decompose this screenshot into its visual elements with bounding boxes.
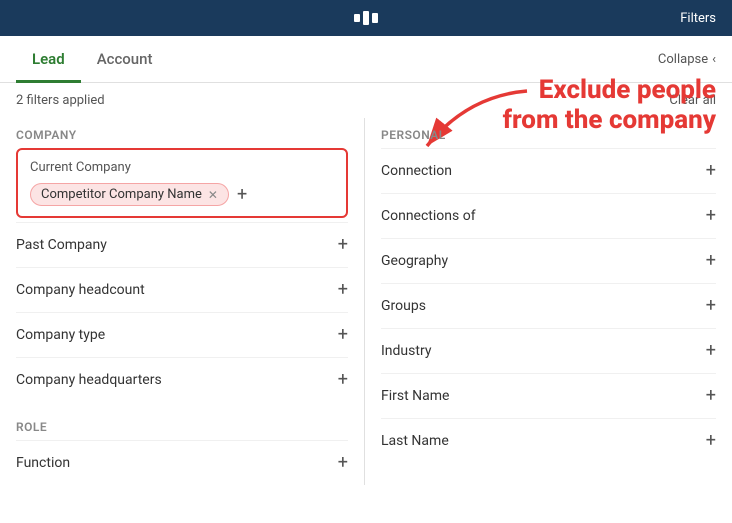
- groups-label: Groups: [381, 298, 426, 314]
- function-item[interactable]: Function +: [16, 440, 348, 485]
- main-content: Company Current Company Competitor Compa…: [0, 118, 732, 485]
- groups-item[interactable]: Groups +: [381, 283, 716, 328]
- current-company-label: Current Company: [30, 160, 334, 175]
- groups-plus-icon: +: [706, 297, 716, 315]
- company-headquarters-plus-icon: +: [338, 371, 348, 389]
- connections-of-plus-icon: +: [706, 207, 716, 225]
- linkedin-logo: [354, 11, 378, 25]
- personal-section-label: Personal: [381, 118, 716, 148]
- past-company-label: Past Company: [16, 237, 107, 253]
- tab-account[interactable]: Account: [81, 36, 169, 83]
- geography-label: Geography: [381, 253, 448, 269]
- company-headquarters-item[interactable]: Company headquarters +: [16, 357, 348, 402]
- first-name-item[interactable]: First Name +: [381, 373, 716, 418]
- connection-label: Connection: [381, 163, 452, 179]
- last-name-plus-icon: +: [706, 432, 716, 450]
- tag-close-icon[interactable]: ✕: [208, 188, 218, 202]
- company-headcount-item[interactable]: Company headcount +: [16, 267, 348, 312]
- tab-lead[interactable]: Lead: [16, 36, 81, 83]
- function-plus-icon: +: [338, 454, 348, 472]
- company-headcount-plus-icon: +: [338, 281, 348, 299]
- filters-bar: 2 filters applied Clear all: [0, 83, 732, 118]
- collapse-button[interactable]: Collapse ‹: [658, 52, 716, 67]
- industry-item[interactable]: Industry +: [381, 328, 716, 373]
- connections-of-label: Connections of: [381, 208, 476, 224]
- company-type-label: Company type: [16, 327, 105, 343]
- function-label: Function: [16, 455, 70, 471]
- collapse-chevron-icon: ‹: [712, 52, 716, 67]
- tab-bar: Lead Account Exclude people from the com…: [0, 36, 732, 83]
- competitor-tag-text: Competitor Company Name: [41, 187, 202, 202]
- industry-label: Industry: [381, 343, 431, 359]
- left-column: Company Current Company Competitor Compa…: [0, 118, 365, 485]
- tags-row: Competitor Company Name ✕ +: [30, 183, 334, 206]
- industry-plus-icon: +: [706, 342, 716, 360]
- geography-plus-icon: +: [706, 252, 716, 270]
- connections-of-item[interactable]: Connections of +: [381, 193, 716, 238]
- current-company-box: Current Company Competitor Company Name …: [16, 148, 348, 218]
- first-name-label: First Name: [381, 388, 449, 404]
- role-section-label: Role: [16, 410, 348, 440]
- geography-item[interactable]: Geography +: [381, 238, 716, 283]
- company-type-item[interactable]: Company type +: [16, 312, 348, 357]
- company-headcount-label: Company headcount: [16, 282, 145, 298]
- company-headquarters-label: Company headquarters: [16, 372, 162, 388]
- role-section: Role Function +: [16, 410, 348, 485]
- right-column: Personal Connection + Connections of + G…: [365, 118, 732, 485]
- past-company-plus-icon: +: [338, 236, 348, 254]
- collapse-label: Collapse: [658, 52, 708, 67]
- competitor-tag[interactable]: Competitor Company Name ✕: [30, 183, 229, 206]
- first-name-plus-icon: +: [706, 387, 716, 405]
- connection-plus-icon: +: [706, 162, 716, 180]
- connection-item[interactable]: Connection +: [381, 148, 716, 193]
- top-nav-bar: Filters: [0, 0, 732, 36]
- last-name-label: Last Name: [381, 433, 449, 449]
- company-section-label: Company: [16, 118, 348, 148]
- clear-all-button[interactable]: Clear all: [669, 93, 716, 108]
- filters-count: 2 filters applied: [16, 93, 105, 108]
- company-type-plus-icon: +: [338, 326, 348, 344]
- add-tag-button[interactable]: +: [237, 184, 247, 205]
- past-company-item[interactable]: Past Company +: [16, 222, 348, 267]
- top-bar-right-text: Filters: [680, 11, 716, 26]
- last-name-item[interactable]: Last Name +: [381, 418, 716, 463]
